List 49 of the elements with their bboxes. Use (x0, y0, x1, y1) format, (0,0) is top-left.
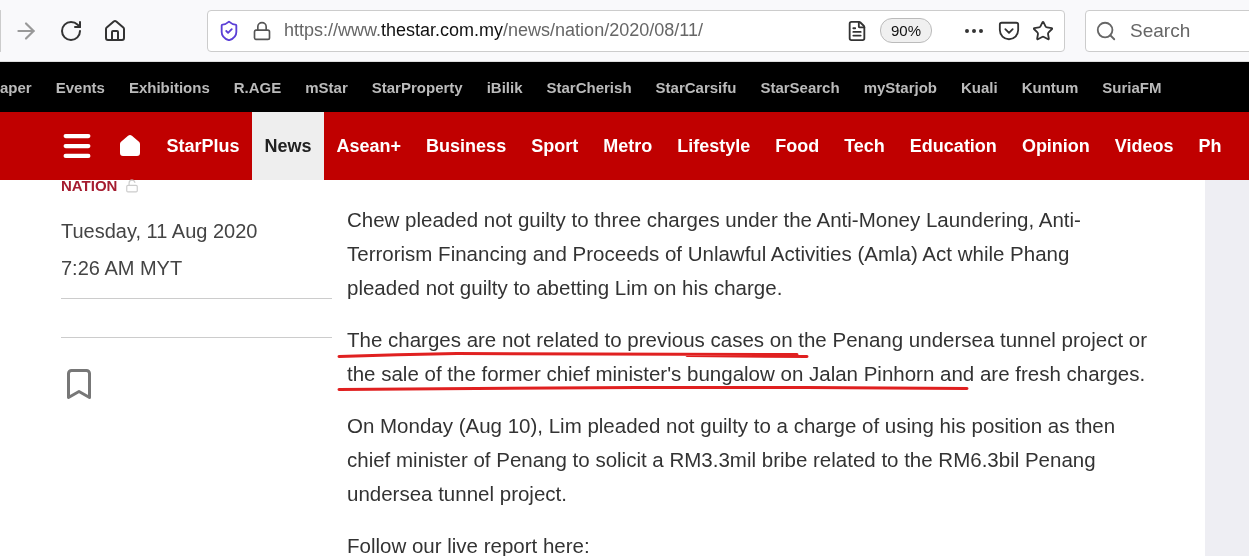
nav-tab[interactable]: StarPlus (154, 112, 253, 180)
section-label[interactable]: NATION (61, 177, 118, 194)
top-link[interactable]: R.AGE (221, 78, 294, 96)
top-link[interactable]: mStar (293, 78, 360, 96)
zoom-badge[interactable]: 90% (879, 18, 932, 43)
top-link[interactable]: myStarjob (851, 78, 949, 96)
nav-tab[interactable]: Business (413, 112, 519, 180)
article-text: On Monday (Aug 10), Lim pleaded not guilty to a charge of using his position as then (347, 413, 1116, 439)
article-text: chief minister of Penang to solicit a RM3.3mil bribe related to the RM6.3bil Penang (347, 447, 1096, 473)
pocket-icon[interactable] (998, 19, 1020, 42)
reload-icon[interactable] (59, 18, 83, 43)
article-text: Terrorism Financing and Proceeds of Unlawful Activities (Amla) Act while Phang (347, 241, 1070, 267)
publish-time: 7:26 AM MYT (61, 257, 184, 280)
nav-tab[interactable]: Ph (1186, 112, 1235, 180)
article-text: pleaded not guilty to abetting Lim on his charge. (347, 275, 783, 301)
top-link[interactable]: StarCherish (534, 78, 644, 96)
top-link[interactable]: aper (0, 78, 44, 96)
shield-icon (218, 19, 240, 42)
top-link[interactable]: SuriaFM (1090, 78, 1174, 96)
top-link[interactable]: StarProperty (359, 78, 475, 96)
article-text: The charges are not related to previous cases on the Penang undersea tunnel project or (347, 327, 1147, 353)
nav-tab[interactable]: Metro (590, 112, 665, 180)
address-bar[interactable]: https://www.thestar.com.my/news/nation/2020/08/11/ 90% (207, 9, 1065, 52)
nav-tab[interactable]: Education (897, 112, 1010, 180)
top-link[interactable]: Events (43, 78, 117, 96)
lock-icon (252, 20, 272, 41)
top-link[interactable]: StarSearch (748, 78, 852, 96)
top-link[interactable]: Exhibitions (116, 78, 222, 96)
nav-tab[interactable]: Food (762, 112, 832, 180)
article-text: the sale of the former chief minister's bungalow on Jalan Pinhorn and are fresh charges. (347, 361, 1146, 387)
top-link[interactable]: StarCarsifu (643, 78, 749, 96)
nav-tab[interactable]: Tech (831, 112, 898, 180)
article-text: undersea tunnel project. (347, 481, 567, 507)
top-link[interactable]: Kuali (949, 78, 1010, 96)
star-icon[interactable] (1032, 19, 1054, 42)
unlock-icon (125, 178, 140, 193)
search-field[interactable]: Search (1085, 9, 1249, 52)
nav-tab[interactable]: Opinion (1009, 112, 1103, 180)
top-link[interactable]: iBilik (474, 78, 535, 96)
nav-tab[interactable]: News (252, 112, 325, 180)
publish-date: Tuesday, 11 Aug 2020 (61, 220, 259, 243)
nav-tab[interactable]: Sport (518, 112, 591, 180)
nav-tab[interactable]: Lifestyle (664, 112, 763, 180)
nav-tab[interactable]: Videos (1102, 112, 1187, 180)
home-icon[interactable] (103, 18, 127, 43)
search-icon (1095, 19, 1117, 42)
nav-tab[interactable]: Asean+ (324, 112, 414, 180)
top-link[interactable]: Kuntum (1009, 78, 1091, 96)
article-text: Chew pleaded not guilty to three charges under the Anti-Money Laundering, Anti- (347, 207, 1081, 233)
